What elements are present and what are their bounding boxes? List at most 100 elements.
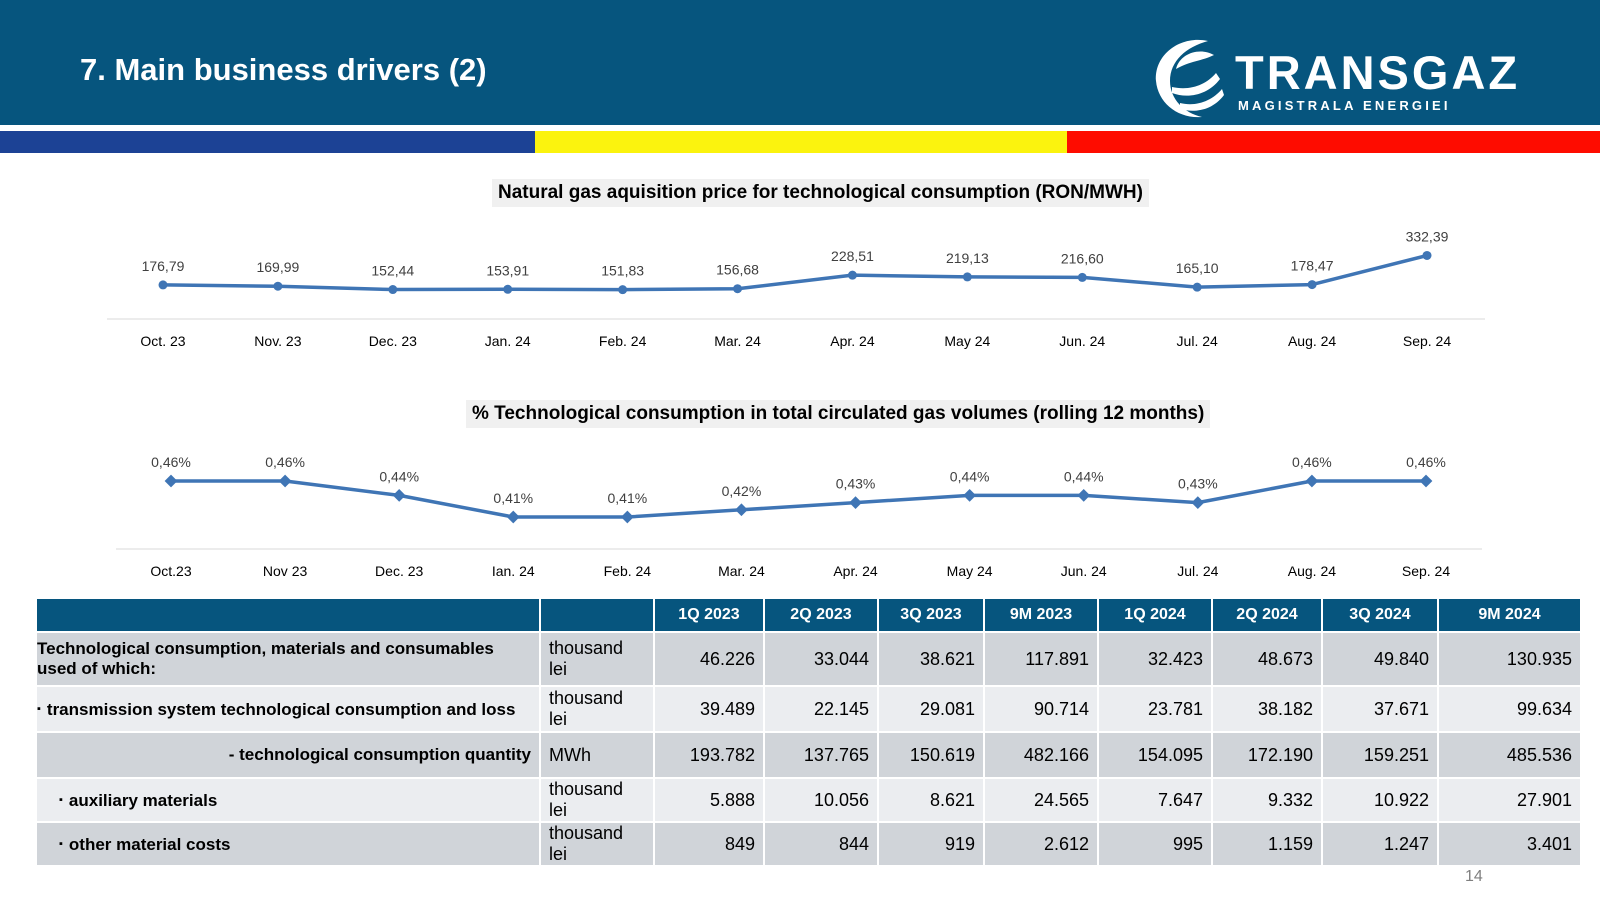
stripe-yellow (535, 131, 1067, 153)
data-point (503, 284, 513, 294)
data-label: 153,91 (486, 262, 529, 278)
logo-wordmark: TRANSGAZ (1235, 46, 1521, 99)
x-tick-label: Nov. 23 (254, 333, 301, 349)
table-cell: 919 (877, 821, 985, 867)
table-header-cell (35, 597, 541, 633)
table-header-cell: 1Q 2023 (653, 597, 765, 633)
table-cell: 29.081 (877, 685, 985, 733)
data-label: 0,42% (722, 483, 762, 499)
data-point (1077, 489, 1091, 502)
data-point (158, 280, 168, 290)
data-point (1422, 250, 1432, 260)
x-tick-label: Aug. 24 (1288, 563, 1336, 579)
data-label: 152,44 (371, 263, 414, 279)
table-header-cell: 1Q 2024 (1097, 597, 1213, 633)
table-cell: 844 (763, 821, 879, 867)
x-tick-label: May 24 (947, 563, 993, 579)
bullet-icon: ▪ (37, 702, 41, 715)
row-label: ▪ other material costs (35, 821, 541, 867)
data-label: 0,46% (265, 454, 305, 470)
data-label: 178,47 (1291, 258, 1334, 274)
data-label: 0,46% (151, 454, 191, 470)
table-cell: 8.621 (877, 777, 985, 823)
series-line (162, 253, 1428, 292)
tech-consumption-line-chart: 0,46% Oct.23 0,46% Nov 23 0,44% Dec. 23 0,41% I… (116, 454, 1482, 579)
data-label: 228,51 (831, 248, 874, 264)
x-tick-label: Feb. 24 (599, 333, 647, 349)
data-label: 216,60 (1061, 250, 1104, 266)
stripe-red (1067, 131, 1600, 153)
table-cell: 995 (1097, 821, 1213, 867)
row-unit: thousand lei (539, 777, 655, 823)
table-cell: 482.166 (983, 731, 1099, 779)
row-label: ▪ transmission system technological consu… (35, 685, 541, 733)
table-row: ▪ transmission system technological consu… (35, 685, 1582, 733)
x-tick-label: Dec. 23 (369, 333, 417, 349)
table-cell: 485.536 (1437, 731, 1582, 779)
table-cell: 38.182 (1211, 685, 1323, 733)
data-label: 219,13 (946, 250, 989, 266)
data-point (847, 270, 857, 280)
row-label: ▪ auxiliary materials (35, 777, 541, 823)
row-unit: thousand lei (539, 821, 655, 867)
logo-tagline: MAGISTRALA ENERGIEI (1238, 98, 1451, 113)
data-label: 0,41% (493, 490, 533, 506)
data-label: 0,43% (836, 476, 876, 492)
table-header-cell: 2Q 2023 (763, 597, 879, 633)
table-cell: 90.714 (983, 685, 1099, 733)
data-point (963, 489, 977, 502)
chart-title-gas-price: Natural gas aquisition price for technol… (492, 179, 1149, 207)
table-row: ▪ other material costs thousand lei 849 8… (35, 821, 1582, 867)
table-cell: 5.888 (653, 777, 765, 823)
table-cell: 193.782 (653, 731, 765, 779)
x-tick-label: Apr. 24 (833, 563, 878, 579)
row-label-text: transmission system technological consum… (46, 699, 516, 719)
data-point (506, 510, 520, 524)
x-tick-label: Aug. 24 (1288, 333, 1336, 349)
row-label-text: - technological consumption quantity (228, 745, 531, 764)
row-label-text: auxiliary materials (68, 790, 218, 810)
x-tick-label: Dec. 23 (375, 563, 423, 579)
data-point (1192, 282, 1202, 292)
table-cell: 154.095 (1097, 731, 1213, 779)
row-label: - technological consumption quantity (35, 731, 541, 779)
drivers-table: 1Q 2023 2Q 2023 3Q 2023 9M 2023 1Q 2024 … (35, 597, 1582, 867)
x-tick-label: Sep. 24 (1402, 563, 1450, 579)
table-cell: 46.226 (653, 631, 765, 687)
data-point (620, 510, 634, 524)
table-row: - technological consumption quantity MWh… (35, 731, 1582, 779)
x-tick-label: Oct.23 (150, 563, 191, 579)
series-line (171, 479, 1426, 519)
transgaz-logo-icon (1155, 39, 1224, 118)
table-cell: 48.673 (1211, 631, 1323, 687)
data-label: 165,10 (1176, 260, 1219, 276)
table-cell: 23.781 (1097, 685, 1213, 733)
data-point (392, 489, 406, 502)
x-tick-label: Jun. 24 (1061, 563, 1107, 579)
table-cell: 9.332 (1211, 777, 1323, 823)
data-label: 0,44% (379, 468, 419, 484)
x-tick-label: Oct. 23 (140, 333, 185, 349)
table-cell: 2.612 (983, 821, 1099, 867)
x-tick-label: Jun. 24 (1059, 333, 1105, 349)
data-point (164, 474, 178, 488)
data-label: 169,99 (256, 259, 299, 275)
data-point (273, 281, 283, 291)
bullet-icon: ▪ (59, 837, 63, 850)
data-label: 0,44% (1064, 468, 1104, 484)
table-cell: 33.044 (763, 631, 879, 687)
row-label-text: other material costs (68, 834, 231, 854)
data-label: 151,83 (601, 263, 644, 279)
table-cell: 10.056 (763, 777, 879, 823)
table-cell: 24.565 (983, 777, 1099, 823)
table-cell: 10.922 (1321, 777, 1439, 823)
header-bar: 7. Main business drivers (2) TRANSGAZ MA… (0, 0, 1600, 125)
table-cell: 117.891 (983, 631, 1099, 687)
table-header-cell: 9M 2024 (1437, 597, 1582, 633)
x-tick-label: Mar. 24 (718, 563, 765, 579)
table-cell: 38.621 (877, 631, 985, 687)
data-label: 0,44% (950, 468, 990, 484)
table-cell: 49.840 (1321, 631, 1439, 687)
x-tick-label: Feb. 24 (604, 563, 652, 579)
data-label: 176,79 (142, 258, 185, 274)
